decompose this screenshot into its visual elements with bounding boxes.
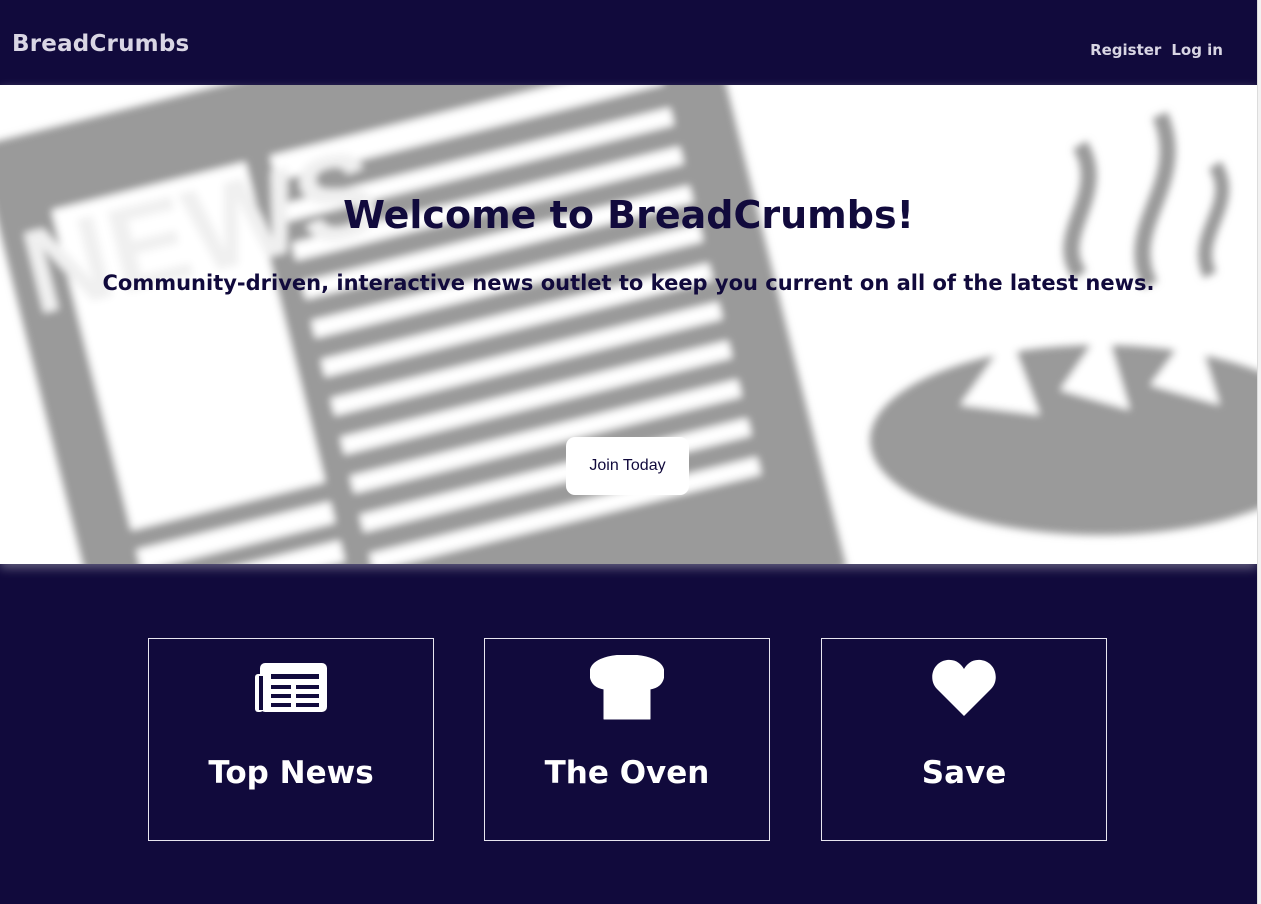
features-section: Top News The Oven Save <box>0 564 1257 904</box>
navbar: BreadCrumbs Register Log in <box>0 0 1257 85</box>
bread-icon <box>485 653 769 723</box>
feature-card-title: Save <box>921 755 1007 791</box>
login-link[interactable]: Log in <box>1171 41 1223 59</box>
feature-card-top-news[interactable]: Top News <box>148 638 434 841</box>
feature-card-title: Top News <box>208 755 374 791</box>
window-scrollbar-edge <box>1257 0 1261 904</box>
register-link[interactable]: Register <box>1090 41 1161 59</box>
feature-card-the-oven[interactable]: The Oven <box>484 638 770 841</box>
newspaper-icon <box>149 653 433 723</box>
nav-links: Register Log in <box>1090 41 1223 59</box>
feature-card-save[interactable]: Save <box>821 638 1107 841</box>
heart-icon <box>822 653 1106 723</box>
brand-logo-link[interactable]: BreadCrumbs <box>12 31 189 57</box>
bread-illustration <box>870 111 1257 535</box>
feature-card-title: The Oven <box>544 755 710 791</box>
hero-subtitle: Community-driven, interactive news outle… <box>102 271 1155 295</box>
hero-banner: NEWS Welcome to BreadCrumbs! Community-d… <box>0 85 1257 564</box>
join-today-button[interactable]: Join Today <box>566 437 689 495</box>
page: BreadCrumbs Register Log in NEWS Welcome… <box>0 0 1257 904</box>
hero-title: Welcome to BreadCrumbs! <box>343 193 914 237</box>
newspaper-illustration <box>0 85 847 564</box>
